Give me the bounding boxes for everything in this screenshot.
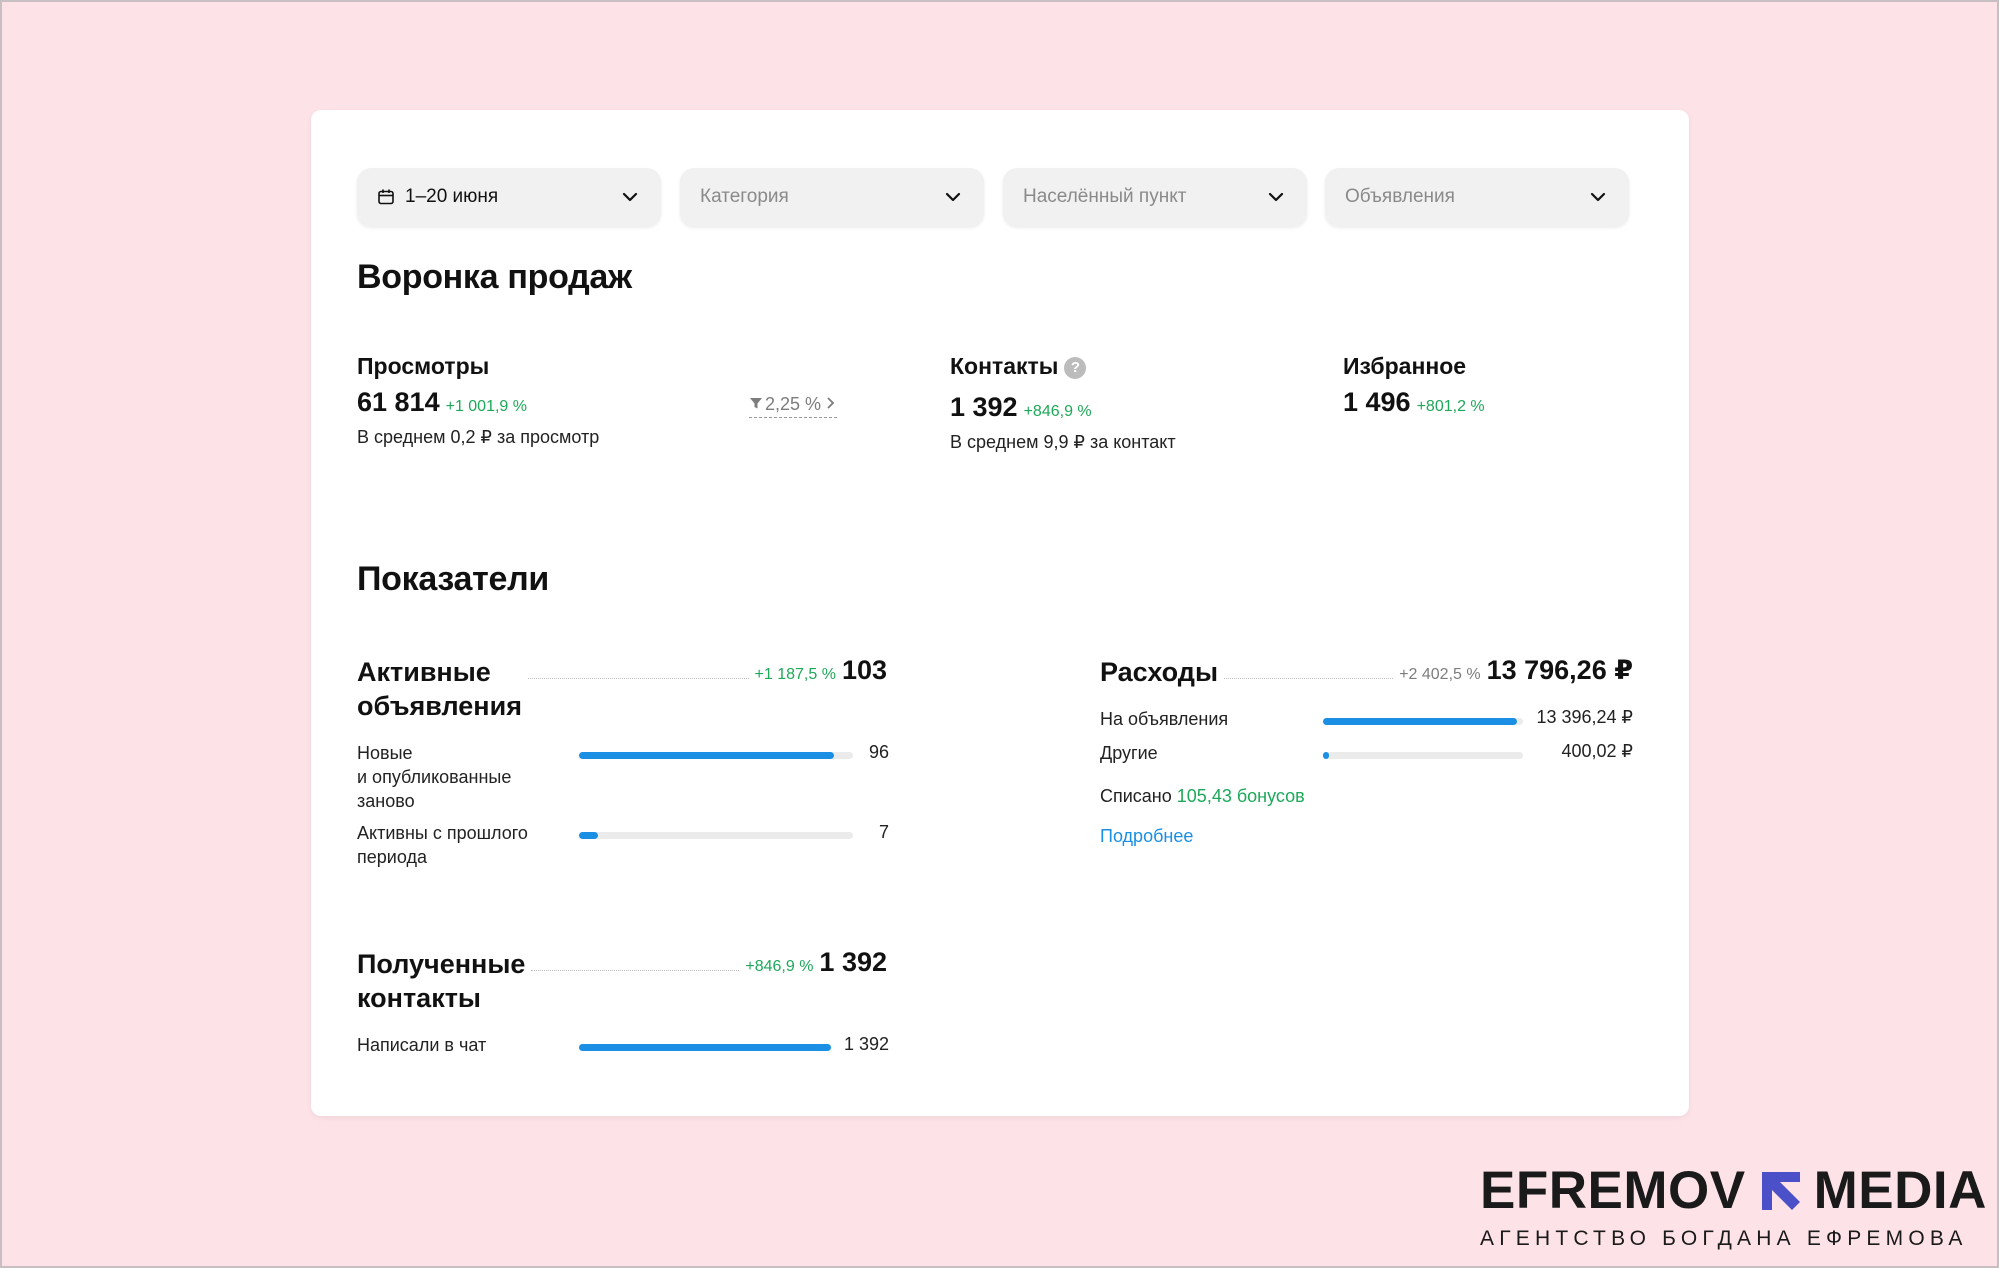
listings-filter-dropdown[interactable]: Объявления [1325,168,1629,226]
received-contacts-total-row: +846,9 % 1 392 [745,947,887,978]
date-filter-label: 1–20 июня [405,186,499,207]
chevron-down-icon [1587,186,1609,208]
listing-expenses-bar [1323,718,1523,725]
contacts-value-row: 1 392 +846,9 % [950,392,1092,423]
listing-expenses-bar-fill [1323,718,1518,725]
listings-filter-label: Объявления [1345,186,1455,207]
dotted-leader [531,947,740,971]
other-expenses-bar-fill [1323,752,1329,759]
brand-tagline: АГЕНТСТВО БОГДАНА ЕФРЕМОВА [1480,1227,1968,1250]
chevron-down-icon [1265,186,1287,208]
new-listings-label-line2: и опубликованные [357,767,512,787]
active-listings-delta: +1 187,5 % [754,666,836,683]
active-listings-total: 103 [841,655,887,685]
active-listings-total-row: +1 187,5 % 103 [755,655,887,686]
chat-contacts-bar-fill [579,1044,831,1051]
carried-over-bar [579,832,853,839]
indicators-title: Показатели [357,560,549,598]
favorites-title: Избранное [1343,353,1467,379]
brand-logo: EFREMOV MEDIA АГЕНТСТВО БОГДАНА ЕФРЕМОВА [1480,1160,1986,1251]
chat-contacts-label: Написали в чат [357,1035,487,1055]
carried-over-label: Активны с прошлого периода [357,821,528,869]
views-title: Просмотры [357,353,490,379]
brand-wordmark: EFREMOV MEDIA [1480,1160,1986,1221]
listing-expenses-label: На объявления [1100,709,1229,729]
views-value: 61 814 [357,387,440,417]
new-listings-label: Новые и опубликованные заново [357,741,511,813]
views-value-row: 61 814 +1 001,9 % [357,387,527,418]
brand-name-right: MEDIA [1813,1161,1987,1220]
expenses-title: Расходы [1100,657,1219,687]
new-listings-value: 96 [868,742,889,762]
category-filter-label: Категория [700,186,789,207]
received-contacts-title-line2: контакты [357,983,481,1013]
listing-expenses-value: 13 396,24 ₽ [1536,707,1633,727]
chevron-down-icon [942,186,964,208]
dashboard-card: 1–20 июня Категория Населённый пункт Объ… [311,110,1689,1116]
new-listings-bar [579,752,853,759]
other-expenses-bar [1323,752,1523,759]
other-expenses-label: Другие [1100,743,1158,763]
received-contacts-delta: +846,9 % [745,958,814,975]
expenses-total-row: +2 402,5 % 13 796,26 ₽ [1399,655,1633,686]
favorites-value-row: 1 496 +801,2 % [1343,387,1485,418]
active-listings-header: Активные объявления +1 187,5 % 103 [357,655,887,723]
contacts-avg-cost: В среднем 9,9 ₽ за контакт [950,432,1176,452]
date-filter-dropdown[interactable]: 1–20 июня [357,168,661,226]
expenses-delta: +2 402,5 % [1399,666,1481,683]
active-listings-title: Активные объявления [357,655,522,723]
contacts-title: Контакты [950,353,1059,379]
help-icon[interactable]: ? [1064,356,1087,379]
more-details-link[interactable]: Подробнее [1100,826,1193,847]
carried-over-label-line1: Активны с прошлого [357,823,528,843]
other-expenses-value: 400,02 ₽ [1561,741,1633,761]
contacts-title-row: Контакты? [950,353,1087,380]
carried-over-label-line2: периода [357,847,427,867]
calendar-icon [377,188,395,206]
arrow-up-left-icon [1758,1168,1804,1214]
dotted-leader [527,655,749,679]
chat-contacts-value: 1 392 [843,1034,889,1054]
carried-over-value: 7 [878,822,889,842]
chevron-right-icon [823,394,837,415]
written-off-value: 105,43 бонусов [1176,786,1305,806]
favorites-delta: +801,2 % [1416,398,1485,415]
locality-filter-dropdown[interactable]: Населённый пункт [1003,168,1307,226]
received-contacts-header: Полученные контакты +846,9 % 1 392 [357,947,887,1015]
locality-filter-label: Населённый пункт [1023,186,1187,207]
contacts-value: 1 392 [950,392,1018,422]
expenses-header: Расходы +2 402,5 % 13 796,26 ₽ [1100,655,1633,689]
conversion-link[interactable]: 2,25 % [749,394,838,418]
new-listings-label-line3: заново [357,791,415,811]
active-listings-title-line1: Активные [357,657,491,687]
chat-contacts-bar [579,1044,831,1051]
contacts-delta: +846,9 % [1023,403,1092,420]
chevron-down-icon [619,186,641,208]
written-off-label: Списано [1100,786,1172,806]
written-off-row: Списано 105,43 бонусов [1100,784,1305,808]
funnel-title: Воронка продаж [357,258,632,296]
favorites-value: 1 496 [1343,387,1411,417]
dotted-leader [1224,655,1394,679]
received-contacts-total: 1 392 [819,947,887,977]
views-delta: +1 001,9 % [445,398,527,415]
brand-name-left: EFREMOV [1480,1161,1746,1220]
category-filter-dropdown[interactable]: Категория [680,168,984,226]
active-listings-title-line2: объявления [357,691,522,721]
views-avg-cost: В среднем 0,2 ₽ за просмотр [357,427,600,447]
expenses-total: 13 796,26 ₽ [1486,655,1633,685]
conversion-value: 2,25 % [765,394,822,414]
carried-over-bar-fill [579,832,598,839]
received-contacts-title: Полученные контакты [357,947,525,1015]
new-listings-bar-fill [579,752,835,759]
new-listings-label-line1: Новые [357,743,413,763]
filter-funnel-icon [749,394,763,415]
received-contacts-title-line1: Полученные [357,949,526,979]
